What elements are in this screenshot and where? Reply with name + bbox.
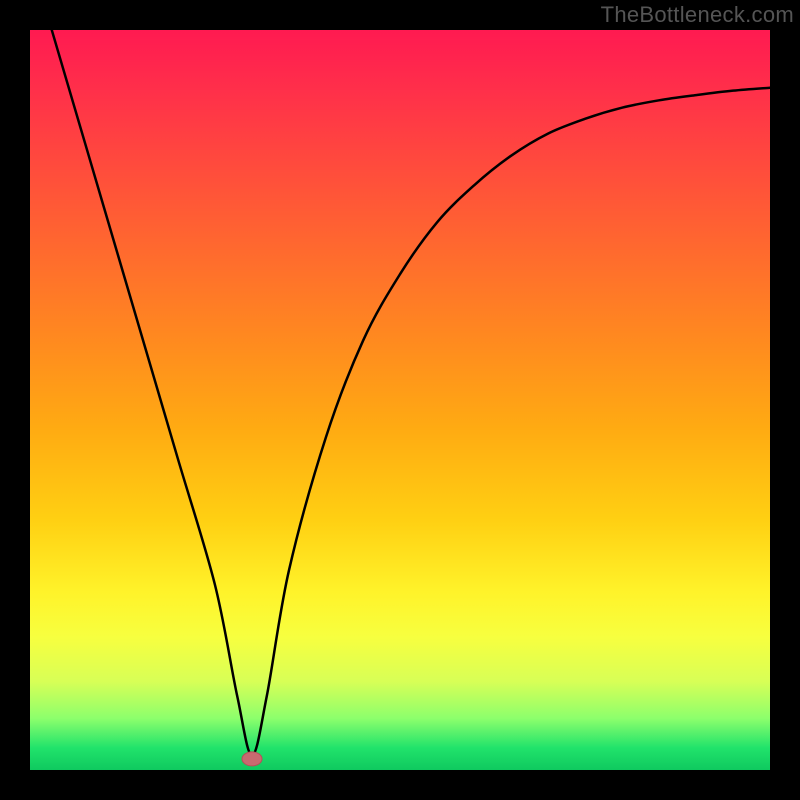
chart-frame: TheBottleneck.com <box>0 0 800 800</box>
watermark-text: TheBottleneck.com <box>601 2 794 28</box>
curve-svg <box>30 30 770 770</box>
bottleneck-curve <box>30 0 770 755</box>
plot-area <box>30 30 770 770</box>
optimal-point-marker <box>242 752 262 766</box>
